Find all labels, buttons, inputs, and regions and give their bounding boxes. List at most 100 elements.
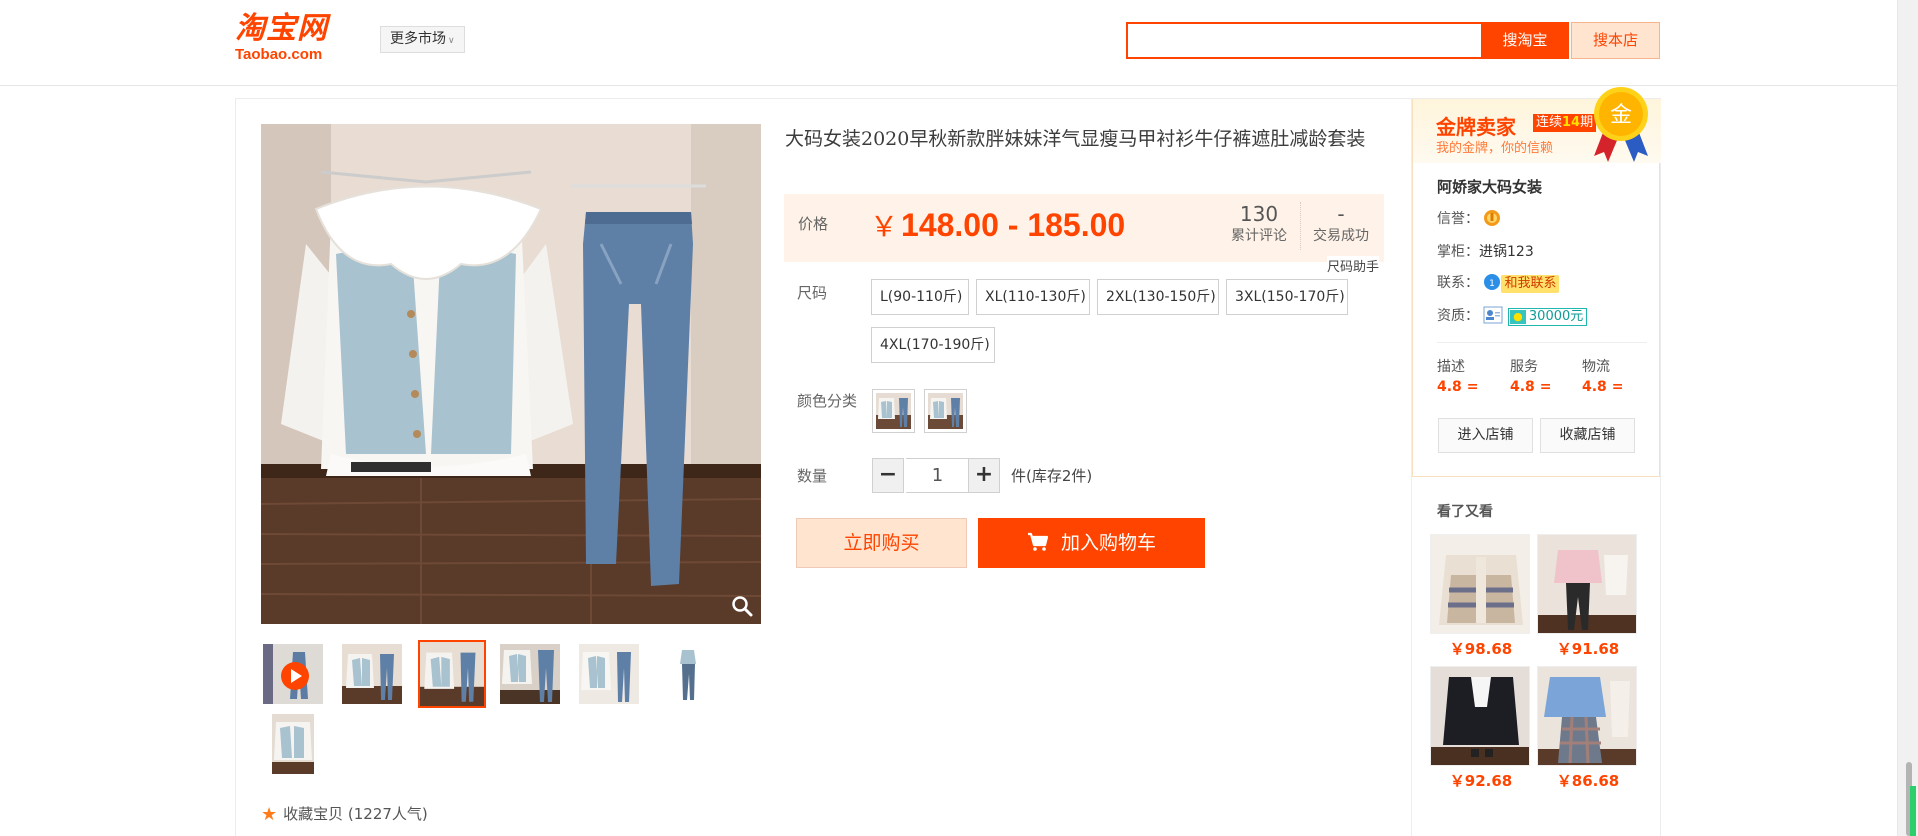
chevron-down-icon: ∨ [448, 36, 455, 46]
recommended-item[interactable]: ￥98.68 [1430, 534, 1532, 659]
enter-shop-button[interactable]: 进入店铺 [1438, 418, 1533, 453]
recommended-item[interactable]: ￥92.68 [1430, 666, 1532, 791]
rating-score: 4.8 [1582, 379, 1607, 395]
add-to-cart-label: 加入购物车 [1060, 532, 1156, 554]
search-input[interactable] [1128, 24, 1481, 57]
size-option-4xl[interactable]: 4XL(170-190斤) [871, 327, 995, 363]
favorite-shop-button[interactable]: 收藏店铺 [1540, 418, 1635, 453]
cart-icon [1027, 532, 1049, 551]
rating-logistics: 物流 4.8 = [1582, 356, 1623, 395]
rating-label: 描述 [1437, 359, 1465, 375]
recommended-item[interactable]: ￥86.68 [1537, 666, 1639, 791]
recommended-item-image[interactable] [1537, 666, 1637, 766]
owner-label: 掌柜： [1437, 244, 1479, 260]
rating-trend: = [1611, 379, 1624, 395]
scroll-indicator [1910, 786, 1916, 836]
thumbnail-image-3-selected[interactable] [418, 640, 486, 708]
price-range: 148.00 - 185.00 [901, 207, 1126, 243]
rating-value: 4.8 = [1582, 379, 1623, 395]
rating-description: 描述 4.8 = [1437, 356, 1478, 395]
color-option-1[interactable] [872, 389, 915, 433]
credit-label: 信誉： [1437, 211, 1479, 227]
thumbnail-image-4[interactable] [498, 642, 562, 706]
size-option-2xl[interactable]: 2XL(130-150斤) [1097, 279, 1219, 315]
search-box [1126, 22, 1483, 59]
credit-row: 信誉： [1437, 208, 1501, 228]
quantity-increase-button[interactable]: + [968, 458, 1000, 493]
page-scrollbar[interactable] [1897, 0, 1918, 836]
rating-trend: = [1539, 379, 1552, 395]
logo-text-cn: 淘宝网 [235, 11, 328, 46]
star-icon: ★ [261, 804, 278, 825]
contact-me-button[interactable]: 和我联系 [1501, 275, 1560, 293]
more-markets-dropdown[interactable]: 更多市场 ∨ [380, 26, 465, 53]
rating-service: 服务 4.8 = [1510, 356, 1551, 395]
deals-label: 交易成功 [1313, 228, 1369, 244]
rating-value: 4.8 = [1510, 379, 1551, 395]
reviews-label: 累计评论 [1231, 228, 1287, 244]
thumbnail-video[interactable] [261, 642, 325, 706]
gold-medal-icon: 金 [1594, 87, 1648, 162]
search-taobao-button[interactable]: 搜淘宝 [1481, 22, 1569, 59]
recommended-item-image[interactable] [1430, 666, 1530, 766]
currency-symbol: ￥ [870, 211, 899, 242]
quantity-input[interactable] [906, 458, 969, 493]
thumbnail-image-2[interactable] [340, 642, 404, 706]
thumbnail-image-5[interactable] [577, 642, 641, 706]
favorite-item-link[interactable]: ★ 收藏宝贝 (1227人气) [261, 803, 428, 825]
contact-row: 联系： 1 和我联系 [1437, 272, 1560, 293]
badge-num: 14 [1562, 115, 1581, 130]
gold-seller-slogan: 我的金牌，你的信赖 [1436, 141, 1554, 156]
zoom-icon[interactable] [730, 594, 754, 618]
id-verified-icon[interactable] [1483, 306, 1503, 324]
gold-seller-title: 金牌卖家 [1436, 115, 1516, 139]
recommended-item-price: ￥98.68 [1449, 640, 1513, 658]
size-option-3xl[interactable]: 3XL(150-170斤) [1226, 279, 1348, 315]
size-helper-link[interactable]: 尺码助手 [1327, 256, 1380, 275]
thumbnail-image-6[interactable] [656, 642, 720, 706]
recommended-item-image[interactable] [1537, 534, 1637, 634]
price-panel: 价格 ￥148.00 - 185.00 130 累计评论 - 交易成功 [784, 194, 1384, 262]
size-label: 尺码 [797, 284, 828, 302]
owner-row: 掌柜：进锅123 [1437, 241, 1534, 261]
shop-name[interactable]: 阿娇家大码女装 [1437, 176, 1542, 197]
svg-text:1: 1 [1490, 279, 1496, 289]
contact-label: 联系： [1437, 275, 1479, 291]
rating-score: 4.8 [1437, 379, 1462, 395]
product-title: 大码女装2020早秋新款胖妹妹洋气显瘦马甲衬衫牛仔裤遮肚减龄套装 [785, 128, 1366, 150]
rating-value: 4.8 = [1437, 379, 1478, 395]
medal-text: 金 [1610, 103, 1632, 128]
wangwang-chat-icon[interactable]: 1 [1483, 273, 1501, 291]
size-option-xl[interactable]: XL(110-130斤) [976, 279, 1090, 315]
add-to-cart-button[interactable]: 加入购物车 [978, 518, 1205, 568]
deals-count: - [1337, 202, 1345, 226]
logo-text-en: Taobao.com [235, 46, 323, 63]
taobao-logo[interactable]: 淘宝网 Taobao.com [235, 12, 357, 67]
recommended-item[interactable]: ￥91.68 [1537, 534, 1639, 659]
color-category-label: 颜色分类 [797, 392, 858, 410]
deposit-badge[interactable]: ● 30000元 [1507, 308, 1588, 326]
deposit-icon: ● [1509, 310, 1526, 324]
rating-score: 4.8 [1510, 379, 1535, 395]
rating-label: 物流 [1582, 359, 1610, 375]
rating-label: 服务 [1510, 359, 1538, 375]
credit-crown-icon[interactable] [1483, 209, 1501, 227]
search-shop-button[interactable]: 搜本店 [1571, 22, 1660, 59]
deals-stat: - 交易成功 [1306, 202, 1376, 246]
qualification-label: 资质： [1437, 308, 1479, 324]
reviews-stat[interactable]: 130 累计评论 [1224, 202, 1294, 246]
price-label: 价格 [798, 215, 829, 233]
color-option-2[interactable] [924, 389, 967, 433]
buy-now-button[interactable]: 立即购买 [796, 518, 967, 568]
quantity-label: 数量 [797, 467, 828, 485]
qualification-row: 资质： ● 30000元 [1437, 305, 1588, 326]
recommended-item-image[interactable] [1430, 534, 1530, 634]
size-option-l[interactable]: L(90-110斤) [871, 279, 969, 315]
thumbnail-image-7[interactable] [270, 712, 316, 776]
owner-name[interactable]: 进锅123 [1479, 244, 1534, 260]
main-product-image[interactable] [261, 124, 761, 624]
deposit-amount: 30000元 [1528, 309, 1584, 324]
stat-divider [1300, 202, 1301, 250]
seller-divider [1437, 342, 1647, 343]
quantity-decrease-button[interactable]: − [872, 458, 904, 493]
